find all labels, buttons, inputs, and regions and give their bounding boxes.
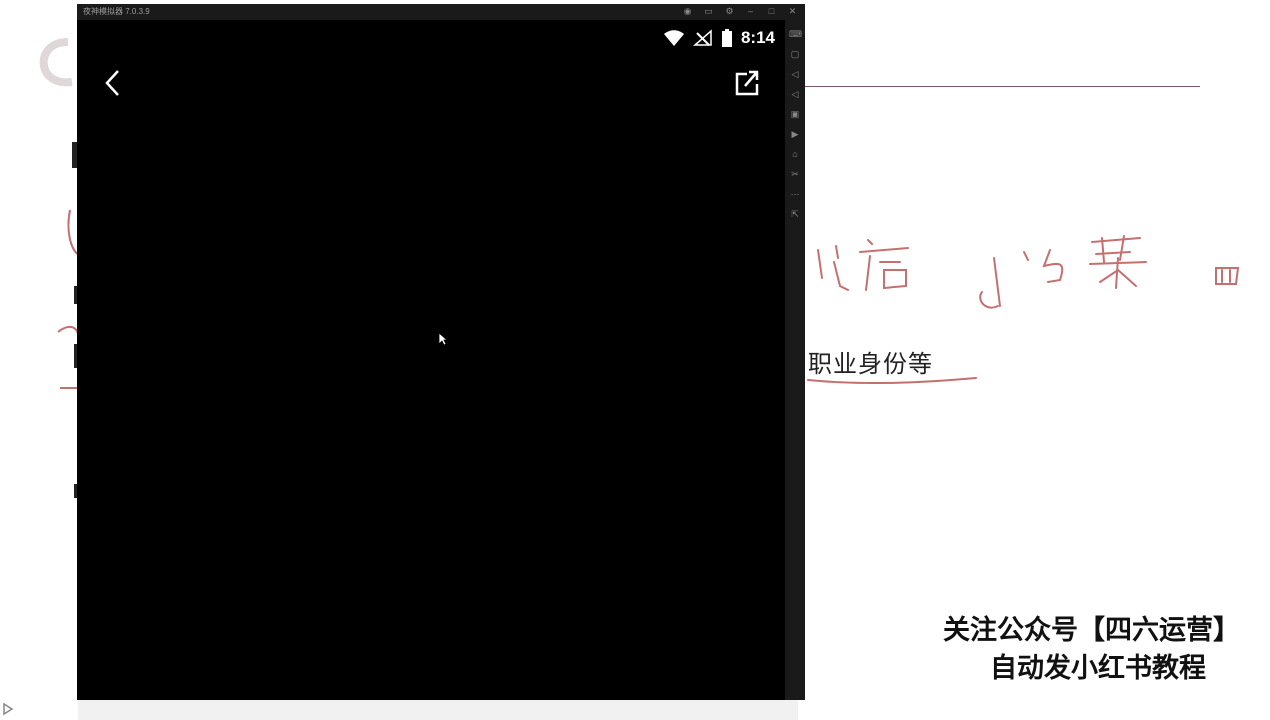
screenshot-icon[interactable]: ▣ — [789, 108, 801, 120]
settings-icon[interactable]: ⚙ — [723, 5, 736, 18]
apk-icon[interactable]: ⌂ — [789, 148, 801, 160]
watermark-line2: 自动发小红书教程 — [990, 653, 1206, 684]
emulator-window: 夜神模拟器 7.0.3.9 ◉ ▭ ⚙ – □ ✕ 8:14 ⌨ ▢ ◁ ◁ ▣… — [77, 4, 805, 700]
no-signal-icon — [692, 29, 712, 46]
close-icon[interactable]: ✕ — [786, 5, 799, 18]
status-time: 8:14 — [740, 28, 775, 47]
emulator-title: 夜神模拟器 7.0.3.9 — [83, 7, 150, 16]
volume-down-icon[interactable]: ◁ — [789, 88, 801, 100]
watermark-line1: 关注公众号【四六运营】 — [943, 615, 1240, 646]
slide-body-text: 职业身份等 — [808, 350, 933, 378]
bottom-strip — [78, 700, 798, 720]
emulator-sidebar: ⌨ ▢ ◁ ◁ ▣ ▶ ⌂ ✂ ⋯ ⇱ — [785, 20, 805, 700]
share-icon[interactable] — [733, 68, 761, 98]
emulator-titlebar[interactable]: 夜神模拟器 7.0.3.9 ◉ ▭ ⚙ – □ ✕ — [77, 4, 805, 20]
multi-window-icon[interactable]: ▭ — [702, 5, 715, 18]
minimize-icon[interactable]: – — [744, 5, 757, 18]
battery-icon — [721, 29, 732, 47]
window-controls: ◉ ▭ ⚙ – □ ✕ — [681, 5, 799, 18]
cut-icon[interactable]: ✂ — [789, 168, 801, 180]
maximize-icon[interactable]: □ — [765, 5, 778, 18]
back-arrow-icon[interactable] — [101, 68, 125, 98]
exit-icon[interactable]: ⇱ — [789, 208, 801, 220]
more-icon[interactable]: ⋯ — [789, 188, 801, 200]
record-icon[interactable]: ▶ — [789, 128, 801, 140]
status-bar: 8:14 — [663, 28, 775, 48]
watermark: 关注公众号【四六运营】 自动发小红书教程 — [943, 612, 1240, 688]
phone-screen[interactable]: 8:14 — [77, 20, 785, 700]
mouse-cursor-icon — [438, 332, 448, 346]
keyboard-icon[interactable]: ⌨ — [789, 28, 802, 40]
volume-up-icon[interactable]: ◁ — [789, 68, 801, 80]
phone-icon[interactable]: ▢ — [789, 48, 801, 60]
play-corner-icon — [3, 702, 14, 716]
wifi-icon — [663, 30, 684, 46]
pin-icon[interactable]: ◉ — [681, 5, 694, 18]
